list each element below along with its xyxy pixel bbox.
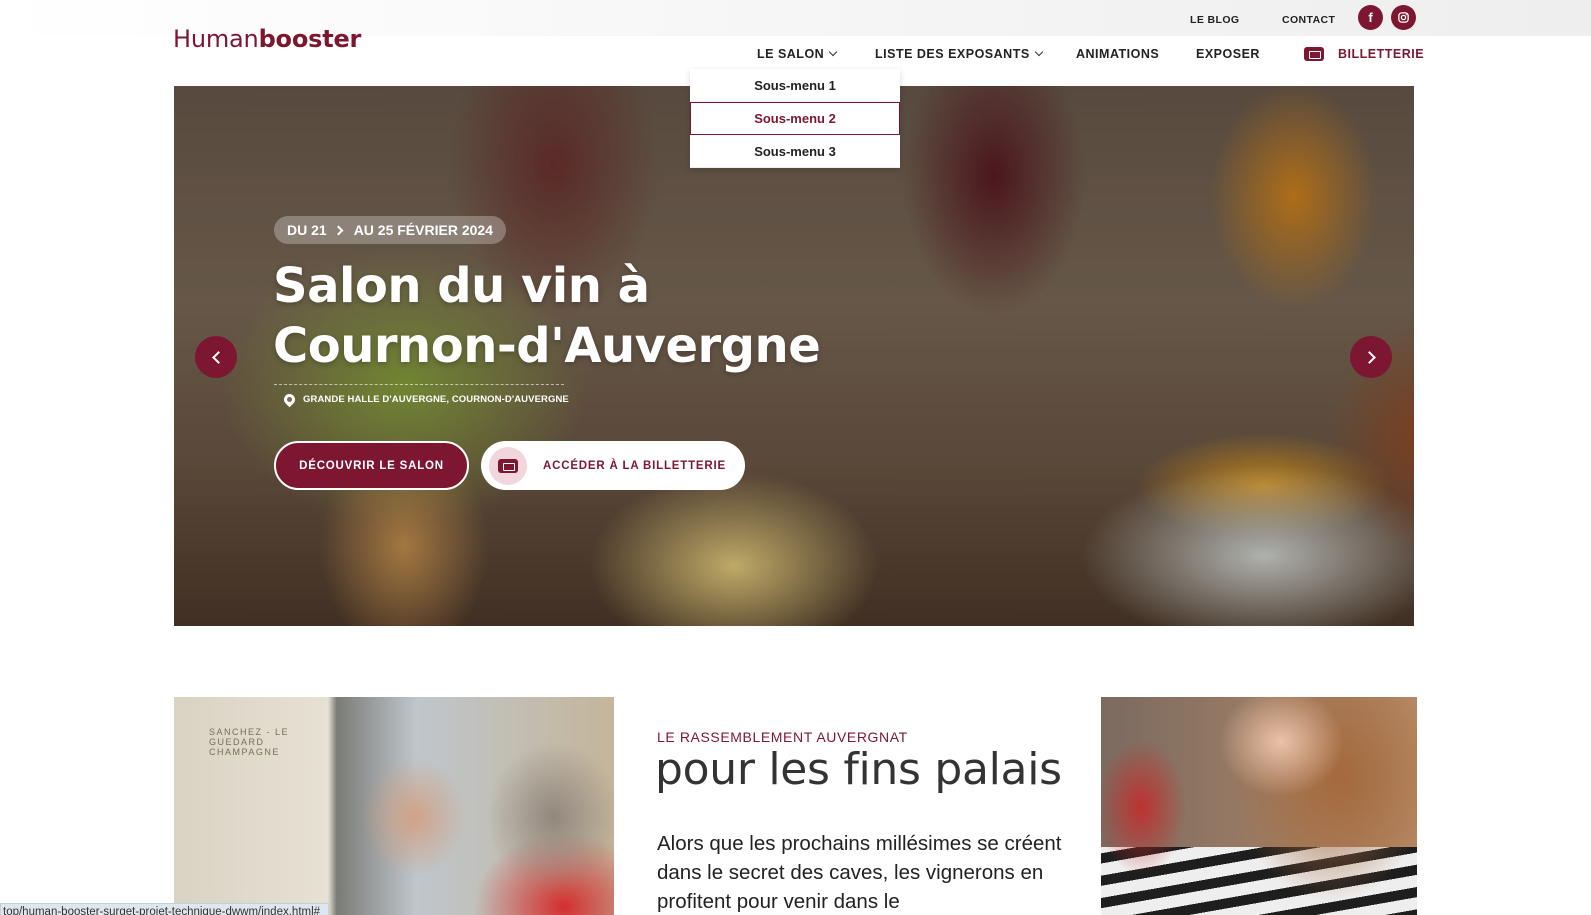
section-kicker: LE RASSEMBLEMENT AUVERGNAT — [657, 729, 908, 745]
instagram-glyph — [1398, 12, 1409, 23]
ticketing-button[interactable]: ACCÉDER À LA BILLETTERIE — [481, 441, 745, 490]
nav-le-salon[interactable]: LE SALON — [757, 47, 838, 61]
blog-link[interactable]: LE BLOG — [1190, 14, 1239, 26]
browser-status-url: top/human-booster-surget-projet-techniqu… — [0, 903, 330, 915]
ticketing-button-label: ACCÉDER À LA BILLETTERIE — [543, 459, 726, 472]
dropdown-item-2[interactable]: Sous-menu 2 — [690, 102, 900, 135]
date-from: DU 21 — [287, 222, 327, 238]
logo-part-1: Human — [173, 25, 259, 53]
site-logo[interactable]: Humanbooster — [173, 25, 361, 53]
le-salon-dropdown: Sous-menu 1 Sous-menu 2 Sous-menu 3 — [690, 69, 900, 168]
section-body: Alors que les prochains millésimes se cr… — [657, 832, 1062, 913]
nav-billetterie-label: BILLETTERIE — [1338, 47, 1425, 61]
facebook-glyph: f — [1368, 10, 1373, 25]
hero-location-text: GRANDE HALLE D'AUVERGNE, COURNON-D'AUVER… — [303, 394, 569, 405]
hero-divider — [274, 384, 564, 385]
date-badge: DU 21 AU 25 FÉVRIER 2024 — [274, 216, 506, 244]
nav-exposer[interactable]: EXPOSER — [1196, 47, 1260, 61]
ticket-icon — [498, 458, 518, 473]
nav-liste-exposants-label: LISTE DES EXPOSANTS — [875, 47, 1030, 61]
chevron-right-icon — [1362, 350, 1376, 364]
chevron-right-icon — [333, 225, 344, 235]
nav-animations[interactable]: ANIMATIONS — [1076, 47, 1159, 61]
carousel-prev-button[interactable] — [195, 336, 237, 378]
dropdown-item-3[interactable]: Sous-menu 3 — [690, 135, 900, 168]
date-to: AU 25 FÉVRIER 2024 — [353, 222, 493, 238]
chevron-down-icon — [828, 47, 838, 57]
nav-exposer-label: EXPOSER — [1196, 47, 1260, 61]
hero-title: Salon du vin à Cournon-d'Auvergne — [273, 256, 893, 376]
nav-billetterie[interactable]: BILLETTERIE — [1304, 47, 1424, 61]
nav-liste-exposants[interactable]: LISTE DES EXPOSANTS — [875, 47, 1043, 61]
hero-title-line-2: Cournon-d'Auvergne — [273, 318, 821, 374]
chevron-down-icon — [1034, 47, 1043, 57]
champagne-sign: SANCHEZ - LE GUEDARD CHAMPAGNE — [209, 727, 290, 757]
ticket-icon — [1304, 47, 1324, 61]
hero-title-line-1: Salon du vin à — [273, 258, 650, 314]
facebook-icon[interactable]: f — [1358, 5, 1383, 30]
hero-location: GRANDE HALLE D'AUVERGNE, COURNON-D'AUVER… — [281, 391, 569, 408]
nav-animations-label: ANIMATIONS — [1076, 47, 1160, 61]
discover-salon-button[interactable]: DÉCOUVRIR LE SALON — [274, 441, 469, 490]
salon-exhibitor-photo: SANCHEZ - LE GUEDARD CHAMPAGNE — [174, 697, 614, 915]
visitor-photo-face — [1101, 697, 1417, 847]
contact-link[interactable]: CONTACT — [1282, 14, 1335, 26]
chevron-left-icon — [211, 350, 225, 364]
visitor-photo — [1101, 697, 1417, 915]
nav-le-salon-label: LE SALON — [757, 47, 825, 61]
instagram-icon[interactable] — [1391, 5, 1416, 30]
carousel-next-button[interactable] — [1350, 336, 1392, 378]
dropdown-item-1[interactable]: Sous-menu 1 — [690, 69, 900, 102]
logo-part-2: booster — [258, 25, 362, 53]
map-pin-icon — [281, 391, 298, 408]
ticket-icon-badge — [489, 446, 527, 485]
section-title: pour les fins palais — [655, 744, 1062, 795]
